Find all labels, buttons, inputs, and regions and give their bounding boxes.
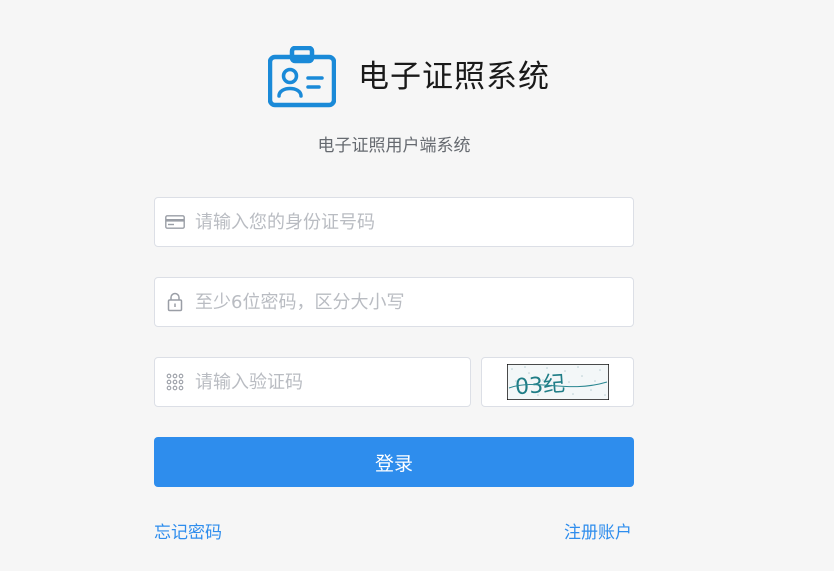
app-subtitle: 电子证照用户端系统 <box>317 136 471 156</box>
captcha-image: 03纪 <box>506 364 609 400</box>
id-number-field <box>154 197 634 247</box>
brand-header: 电子证照系统 <box>268 46 550 108</box>
id-badge-icon <box>268 46 336 108</box>
register-account-link[interactable]: 注册账户 <box>564 518 632 543</box>
keypad-icon <box>155 358 195 406</box>
login-button[interactable]: 登录 <box>154 437 634 487</box>
app-title: 电子证照系统 <box>358 59 550 95</box>
password-field <box>154 277 634 327</box>
captcha-field <box>154 357 471 407</box>
forgot-password-link[interactable]: 忘记密码 <box>154 518 222 543</box>
id-number-input[interactable] <box>195 199 633 245</box>
captcha-input[interactable] <box>195 359 470 405</box>
lock-icon <box>155 278 195 326</box>
captcha-image-button[interactable]: 03纪 <box>481 357 634 407</box>
password-input[interactable] <box>195 279 633 325</box>
id-card-icon <box>155 198 195 246</box>
